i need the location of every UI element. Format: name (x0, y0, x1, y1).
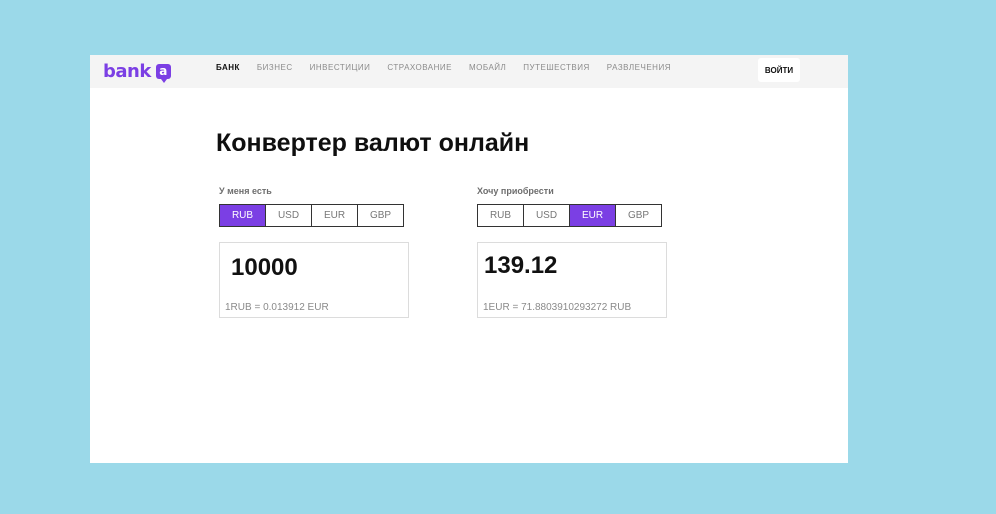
logo[interactable]: bank a (103, 59, 171, 83)
from-label: У меня есть (219, 186, 272, 196)
to-label: Хочу приобрести (477, 186, 554, 196)
to-currency-tabs: RUB USD EUR GBP (477, 204, 667, 227)
from-currency-tabs: RUB USD EUR GBP (219, 204, 409, 227)
nav-item-travel[interactable]: ПУТЕШЕСТВИЯ (523, 63, 589, 72)
main-nav: БАНК БИЗНЕС ИНВЕСТИЦИИ СТРАХОВАНИЕ МОБАЙ… (216, 63, 688, 72)
from-amount-field[interactable]: 10000 1RUB = 0.013912 EUR (219, 242, 409, 318)
to-tab-usd[interactable]: USD (523, 204, 570, 227)
nav-item-bank[interactable]: БАНК (216, 63, 240, 72)
nav-item-entertainment[interactable]: РАЗВЛЕЧЕНИЯ (607, 63, 671, 72)
to-amount-field[interactable]: 139.12 1EUR = 71.8803910293272 RUB (477, 242, 667, 318)
nav-item-investments[interactable]: ИНВЕСТИЦИИ (310, 63, 371, 72)
to-rate-text: 1EUR = 71.8803910293272 RUB (483, 302, 632, 313)
from-amount-value[interactable]: 10000 (231, 254, 298, 282)
header: bank a БАНК БИЗНЕС ИНВЕСТИЦИИ СТРАХОВАНИ… (90, 55, 848, 88)
to-tab-rub[interactable]: RUB (477, 204, 524, 227)
to-amount-value[interactable]: 139.12 (484, 252, 557, 280)
from-tab-usd[interactable]: USD (265, 204, 312, 227)
nav-item-mobile[interactable]: МОБАЙЛ (469, 63, 506, 72)
login-button[interactable]: ВОЙТИ (758, 58, 800, 82)
converter-from: У меня есть RUB USD EUR GBP 10000 1RUB =… (219, 186, 409, 318)
to-tab-gbp[interactable]: GBP (615, 204, 662, 227)
logo-text: bank (103, 60, 151, 82)
from-tab-eur[interactable]: EUR (311, 204, 358, 227)
from-rate-text: 1RUB = 0.013912 EUR (225, 302, 329, 313)
from-tab-rub[interactable]: RUB (219, 204, 266, 227)
page-title: Конвертер валют онлайн (216, 129, 530, 157)
page: bank a БАНК БИЗНЕС ИНВЕСТИЦИИ СТРАХОВАНИ… (90, 55, 848, 463)
converter-to: Хочу приобрести RUB USD EUR GBP 139.12 1… (477, 186, 667, 318)
nav-item-insurance[interactable]: СТРАХОВАНИЕ (387, 63, 452, 72)
from-tab-gbp[interactable]: GBP (357, 204, 404, 227)
nav-item-business[interactable]: БИЗНЕС (257, 63, 293, 72)
to-tab-eur[interactable]: EUR (569, 204, 616, 227)
logo-badge-icon: a (155, 63, 171, 83)
